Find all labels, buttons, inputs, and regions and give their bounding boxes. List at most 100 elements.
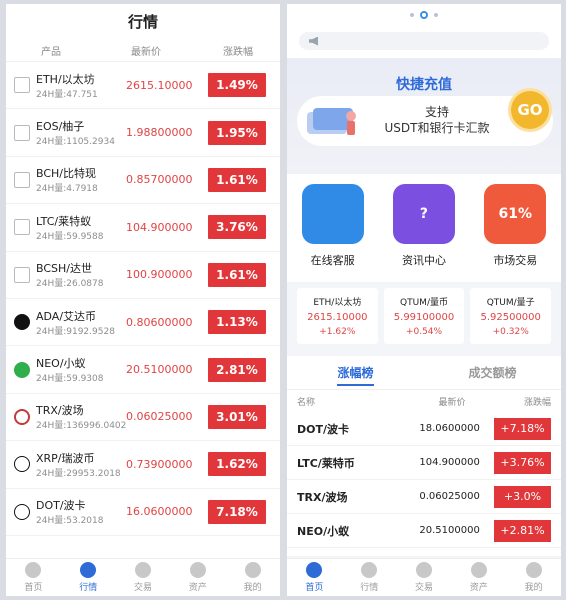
coin-volume: 24H量:4.7918 [36,184,98,195]
tab-1[interactable]: 行情 [61,559,116,596]
coin-price: 0.73900000 [126,457,193,471]
rank-change-badge: +2.81% [493,519,551,542]
coin-icon [14,361,30,378]
coin-price: 16.0600000 [126,505,193,519]
tab-0[interactable]: 首页 [287,559,342,596]
change-badge: 2.81% [208,357,266,382]
coin-icon [14,219,30,236]
tab-0[interactable]: 首页 [6,559,61,596]
coin-name: BCH/比特现 [36,167,97,181]
ticker-name: QTUM/量币 [400,298,448,308]
market-row[interactable]: LTC/莱特蚁 24H量:59.9588 104.900000 3.76% [6,204,280,252]
market-row[interactable]: BCH/比特现 24H量:4.7918 0.85700000 1.61% [6,157,280,205]
market-row[interactable]: EOS/柚子 24H量:1105.2934 1.98800000 1.95% [6,109,280,157]
rank-list: DOT/波卡 18.0600000 +7.18% LTC/莱特币 104.900000 +… [287,412,561,548]
tab-2[interactable]: 交易 [397,559,452,596]
market-list: ETH/以太坊 24H量:47.751 2615.10000 1.49% EOS/柚子 2… [6,62,280,536]
bottom-tab-bar: 首页 行情 交易 资产 我的 [287,558,561,596]
rank-row[interactable]: LTC/莱特币 104.900000 +3.76% [287,446,561,480]
ticker-price: 5.99100000 [393,312,455,323]
market-row[interactable]: DOT/波卡 24H量:53.2018 16.0600000 7.18% [6,489,280,536]
change-badge: 1.62% [208,452,266,477]
market-row[interactable]: ADA/艾达币 24H量:9192.9528 0.80600000 1.13% [6,299,280,347]
coin-price: 104.900000 [126,220,193,234]
coin-cell: ADA/艾达币 24H量:9192.9528 [6,308,122,337]
coin-volume: 24H量:53.2018 [36,516,104,527]
charge-text: 支持 USDT和银行卡汇款 [377,104,497,136]
rank-name: TRX/波场 [297,490,348,504]
rank-tab-1[interactable]: 成交额榜 [424,356,561,389]
quick-entry-label: 在线客服 [310,254,355,267]
notice-bar[interactable] [287,26,561,58]
coin-names: EOS/柚子 24H量:1105.2934 [36,118,115,147]
quick-entry[interactable]: 61% 市场交易 [470,184,561,282]
rank-row[interactable]: TRX/波场 0.06025000 +3.0% [287,480,561,514]
rank-tab-label: 涨幅榜 [337,366,374,386]
rank-tab-0[interactable]: 涨幅榜 [287,356,424,389]
rank-header-change: 涨跌幅 [523,397,551,408]
header-price: 最新价 [131,47,161,58]
carousel-dot[interactable] [434,13,438,17]
market-row[interactable]: XRP/瑞波币 24H量:29953.2018 0.73900000 1.62% [6,441,280,489]
ticker-card[interactable]: ETH/以太坊 2615.10000 +1.62% [297,288,378,344]
quick-entry-label: 市场交易 [493,254,538,267]
carousel-dot-active[interactable] [420,11,428,19]
coin-volume: 24H量:59.9588 [36,231,104,242]
home-screen: 快捷充值 支持 USDT和银行卡汇款 GO 在线客服? 资讯中心 61% 市场交易 E… [287,4,561,596]
tab-4[interactable]: 我的 [506,559,561,596]
tab-3[interactable]: 资产 [451,559,506,596]
change-badge: 3.76% [208,215,266,240]
coin-names: NEO/小蚁 24H量:59.9308 [36,355,103,384]
rank-change-badge: +3.76% [493,451,551,474]
market-row[interactable]: BCSH/达世 24H量:26.0878 100.900000 1.61% [6,252,280,299]
market-row[interactable]: NEO/小蚁 24H量:59.9308 20.5100000 2.81% [6,346,280,394]
coin-names: TRX/波场 24H量:136996.0402 [36,402,126,431]
carousel-dot[interactable] [410,13,414,17]
rank-price: 0.06025000 [419,491,480,502]
charge-line-2: USDT和银行卡汇款 [384,121,490,135]
coin-volume: 24H量:26.0878 [36,279,104,290]
rank-row[interactable]: NEO/小蚁 20.5100000 +2.81% [287,514,561,548]
coin-volume: 24H量:9192.9528 [36,326,115,337]
tab-icon [134,562,151,578]
quick-entry[interactable]: 在线客服 [287,184,378,282]
header-change: 涨跌幅 [223,47,253,58]
market-row[interactable]: TRX/波场 24H量:136996.0402 0.06025000 3.01% [6,394,280,442]
quick-entry[interactable]: ? 资讯中心 [378,184,469,282]
ticker-price: 5.92500000 [480,312,541,323]
tab-4[interactable]: 我的 [225,559,280,596]
tab-icon [80,562,97,578]
coin-icon [14,456,30,473]
coin-volume: 24H量:59.9308 [36,374,104,385]
coin-icon [14,408,30,425]
tab-2[interactable]: 交易 [116,559,171,596]
tab-icon [525,562,542,578]
rank-price: 18.0600000 [419,423,480,434]
coin-price: 1.98800000 [126,126,193,140]
carousel-indicator [287,4,561,26]
coin-cell: BCSH/达世 24H量:26.0878 [6,260,122,289]
quick-entry-icon: 61% [484,184,547,244]
tab-label: 我的 [243,583,262,593]
ticker-card[interactable]: QTUM/量子 5.92500000 +0.32% [470,288,552,344]
coin-names: ADA/艾达币 24H量:9192.9528 [36,308,115,337]
tab-3[interactable]: 资产 [170,559,225,596]
coin-names: ETH/以太坊 24H量:47.751 [36,71,98,100]
rank-name: DOT/波卡 [297,422,350,436]
coin-name: LTC/莱特蚁 [36,214,92,228]
tab-label: 行情 [79,583,98,593]
coin-volume: 24H量:136996.0402 [36,421,127,432]
market-row[interactable]: ETH/以太坊 24H量:47.751 2615.10000 1.49% [6,62,280,110]
coin-names: BCH/比特现 24H量:4.7918 [36,165,98,194]
ticker-card[interactable]: QTUM/量币 5.99100000 +0.54% [383,288,465,344]
coin-volume: 24H量:1105.2934 [36,137,115,148]
change-badge: 1.61% [208,167,266,192]
rank-row[interactable]: DOT/波卡 18.0600000 +7.18% [287,412,561,446]
coin-cell: LTC/莱特蚁 24H量:59.9588 [6,213,122,242]
page-title: 行情 [127,13,158,31]
coin-name: EOS/柚子 [36,120,85,134]
go-button[interactable]: GO [511,91,549,129]
ticker-name: QTUM/量子 [486,298,535,308]
coin-cell: TRX/波场 24H量:136996.0402 [6,402,126,431]
tab-1[interactable]: 行情 [342,559,397,596]
